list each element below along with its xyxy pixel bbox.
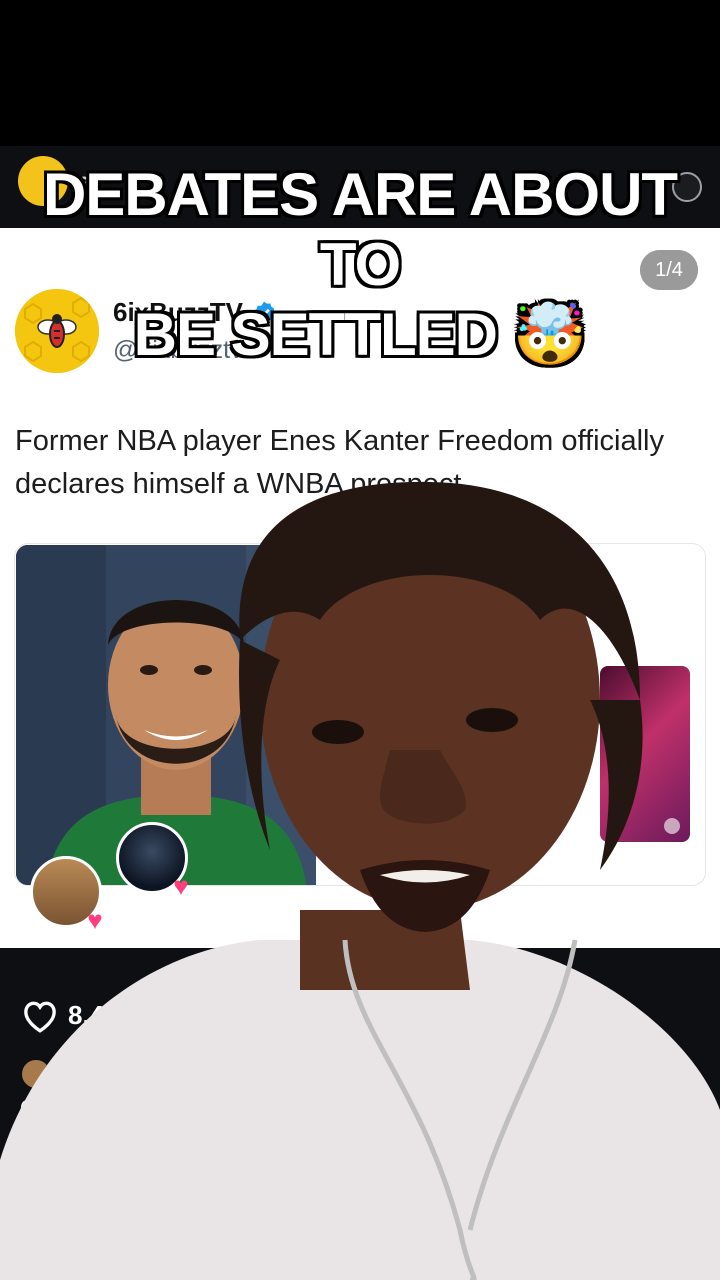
top-black-bar — [0, 0, 720, 146]
video-caption: DEBATES ARE ABOUT TO BE SETTLED 🤯 — [0, 160, 720, 370]
caption-line-1: DEBATES ARE ABOUT TO — [42, 161, 678, 298]
caption-line-2: BE SETTLED 🤯 — [133, 301, 588, 368]
image-counter-overlay: 1/4 — [640, 250, 698, 290]
creator-cutout-image — [0, 481, 720, 1280]
